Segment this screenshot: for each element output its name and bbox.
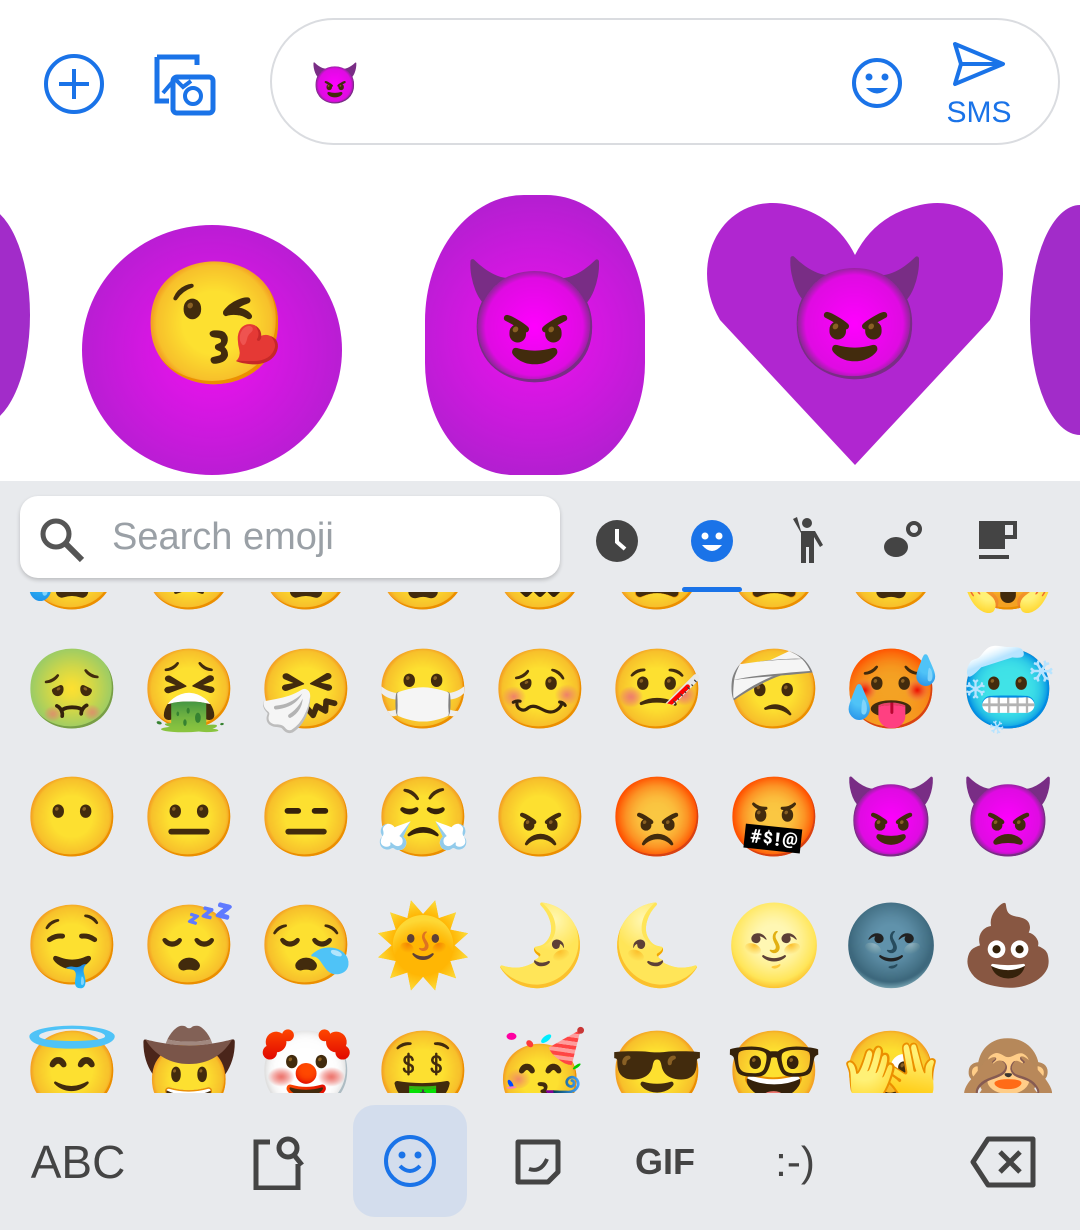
emoji-key[interactable]: 🤮 xyxy=(139,639,239,739)
person-icon xyxy=(793,517,823,563)
emoji-key[interactable]: 🥴 xyxy=(490,639,590,739)
sticker-partial-right[interactable] xyxy=(1030,205,1080,435)
emoji-key[interactable]: 😰 xyxy=(22,592,122,620)
category-tab-people[interactable] xyxy=(777,511,837,571)
smiley-icon xyxy=(852,58,902,108)
coffee-cup-icon xyxy=(979,521,1017,559)
emoji-kitchen-suggestions: 😘 😈 😈 xyxy=(0,165,1080,481)
emoji-key[interactable]: 😴 xyxy=(139,895,239,995)
emoji-key[interactable]: 🥳 xyxy=(490,1021,590,1094)
plus-circle-icon xyxy=(44,54,104,114)
emoji-key[interactable]: 😖 xyxy=(490,592,590,620)
emoji-key[interactable]: 😪 xyxy=(256,895,356,995)
emoji-key[interactable]: 🥶 xyxy=(958,639,1058,739)
emoji-key[interactable]: 😦 xyxy=(256,592,356,620)
emoji-key[interactable]: 😫 xyxy=(607,592,707,620)
emoji-key[interactable]: 🤡 xyxy=(256,1021,356,1094)
emoji-key[interactable]: 🤓 xyxy=(724,1021,824,1094)
sticker-devil-heart[interactable]: 😈 xyxy=(705,170,1005,470)
emoji-keyboard: Search emoji 😰 😟 😦 😧 😖 😫 😩 😨 😱 🤢🤮🤧😷🥴🤒🤕🥵🥶 😶😐😑😤😠😡🤬😈👿… xyxy=(0,481,1080,1230)
sticker-icon xyxy=(515,1139,561,1184)
emoji-key[interactable]: 💩 xyxy=(958,895,1058,995)
emoji-key[interactable]: 😈 xyxy=(841,767,941,867)
emoji-key[interactable]: 🫣 xyxy=(841,1021,941,1094)
emoji-grid: 😰 😟 😦 😧 😖 😫 😩 😨 😱 🤢🤮🤧😷🥴🤒🤕🥵🥶 😶😐😑😤😠😡🤬😈👿 🤤😴😪🌞🌛🌜🌝🌚💩 😇🤠🤡🤑… xyxy=(0,592,1080,1094)
emoji-key[interactable]: 🌜 xyxy=(607,895,707,995)
emoji-key[interactable]: 🌚 xyxy=(841,895,941,995)
emoji-button[interactable] xyxy=(850,56,904,110)
sticker-search-icon xyxy=(253,1136,304,1190)
clock-icon xyxy=(596,520,638,562)
backspace-key[interactable] xyxy=(965,1093,1040,1230)
message-compose-bar: 😈 SMS xyxy=(0,0,1080,160)
emoji-key[interactable]: 😟 xyxy=(139,592,239,620)
emoji-key[interactable]: 😠 xyxy=(490,767,590,867)
emoji-key[interactable]: 😧 xyxy=(373,592,473,620)
bee-flower-icon xyxy=(884,521,922,557)
gif-key[interactable]: GIF xyxy=(625,1093,705,1230)
add-attachment-button[interactable] xyxy=(42,52,106,116)
emoji-key[interactable]: 😑 xyxy=(256,767,356,867)
sticker-face: 😘 xyxy=(140,257,290,391)
emoji-key[interactable]: 🤤 xyxy=(22,895,122,995)
keyboard-bottom-bar: ABC GIF :-) xyxy=(0,1093,1080,1230)
emoticon-key[interactable]: :-) xyxy=(760,1093,830,1230)
search-placeholder: Search emoji xyxy=(112,516,334,558)
send-label: SMS xyxy=(946,96,1012,129)
category-tab-smileys[interactable] xyxy=(682,511,742,571)
emoji-key[interactable]: 🤕 xyxy=(724,639,824,739)
gallery-camera-icon xyxy=(154,54,216,116)
emoji-key[interactable]: 🤑 xyxy=(373,1021,473,1094)
smiley-icon xyxy=(384,1135,436,1187)
emoji-key[interactable]: 🤧 xyxy=(256,639,356,739)
category-tab-food[interactable] xyxy=(967,511,1027,571)
emoji-key[interactable]: 😨 xyxy=(841,592,941,620)
sticker-face: 😈 xyxy=(460,254,610,389)
emoji-key[interactable]: 😡 xyxy=(607,767,707,867)
emoji-key[interactable]: 😶 xyxy=(22,767,122,867)
emoji-key[interactable]: 🙈 xyxy=(958,1021,1058,1094)
category-tab-nature[interactable] xyxy=(872,511,932,571)
emoji-key[interactable]: 🤠 xyxy=(139,1021,239,1094)
sticker-kissing-devil[interactable]: 😘 xyxy=(70,185,360,475)
emoji-key[interactable]: 🌛 xyxy=(490,895,590,995)
emoji-key[interactable] xyxy=(353,1105,467,1217)
emoji-key[interactable]: 🌝 xyxy=(724,895,824,995)
emoji-key[interactable]: 👿 xyxy=(958,767,1058,867)
emoji-key[interactable]: 😱 xyxy=(958,592,1058,620)
sticker-key[interactable] xyxy=(508,1093,568,1230)
emoji-key[interactable]: 🤒 xyxy=(607,639,707,739)
send-button[interactable]: SMS xyxy=(944,40,1014,130)
message-text: 😈 xyxy=(310,62,360,106)
emoji-search-key[interactable] xyxy=(245,1093,315,1230)
message-input[interactable]: 😈 SMS xyxy=(270,18,1060,145)
search-icon xyxy=(40,518,85,563)
emoji-key[interactable]: 😩 xyxy=(724,592,824,620)
gallery-camera-button[interactable] xyxy=(152,52,218,118)
emoji-key[interactable]: 😇 xyxy=(22,1021,122,1094)
emoji-key[interactable]: 🤢 xyxy=(22,639,122,739)
category-tab-recent[interactable] xyxy=(587,511,647,571)
send-icon xyxy=(953,42,1005,86)
sticker-partial-left[interactable] xyxy=(0,205,30,425)
emoji-key[interactable]: 🥵 xyxy=(841,639,941,739)
emoji-key[interactable]: 😎 xyxy=(607,1021,707,1094)
emoji-key[interactable]: 🤬 xyxy=(724,767,824,867)
sticker-devil-ghost[interactable]: 😈 xyxy=(380,170,690,475)
backspace-icon xyxy=(970,1136,1035,1187)
emoji-key[interactable]: 😤 xyxy=(373,767,473,867)
search-emoji-input[interactable]: Search emoji xyxy=(20,496,560,578)
emoji-key[interactable]: 😐 xyxy=(139,767,239,867)
abc-key[interactable]: ABC xyxy=(28,1093,128,1230)
smiley-icon xyxy=(691,520,733,562)
emoji-key[interactable]: 🌞 xyxy=(373,895,473,995)
sticker-face: 😈 xyxy=(780,252,930,386)
emoji-key[interactable]: 😷 xyxy=(373,639,473,739)
